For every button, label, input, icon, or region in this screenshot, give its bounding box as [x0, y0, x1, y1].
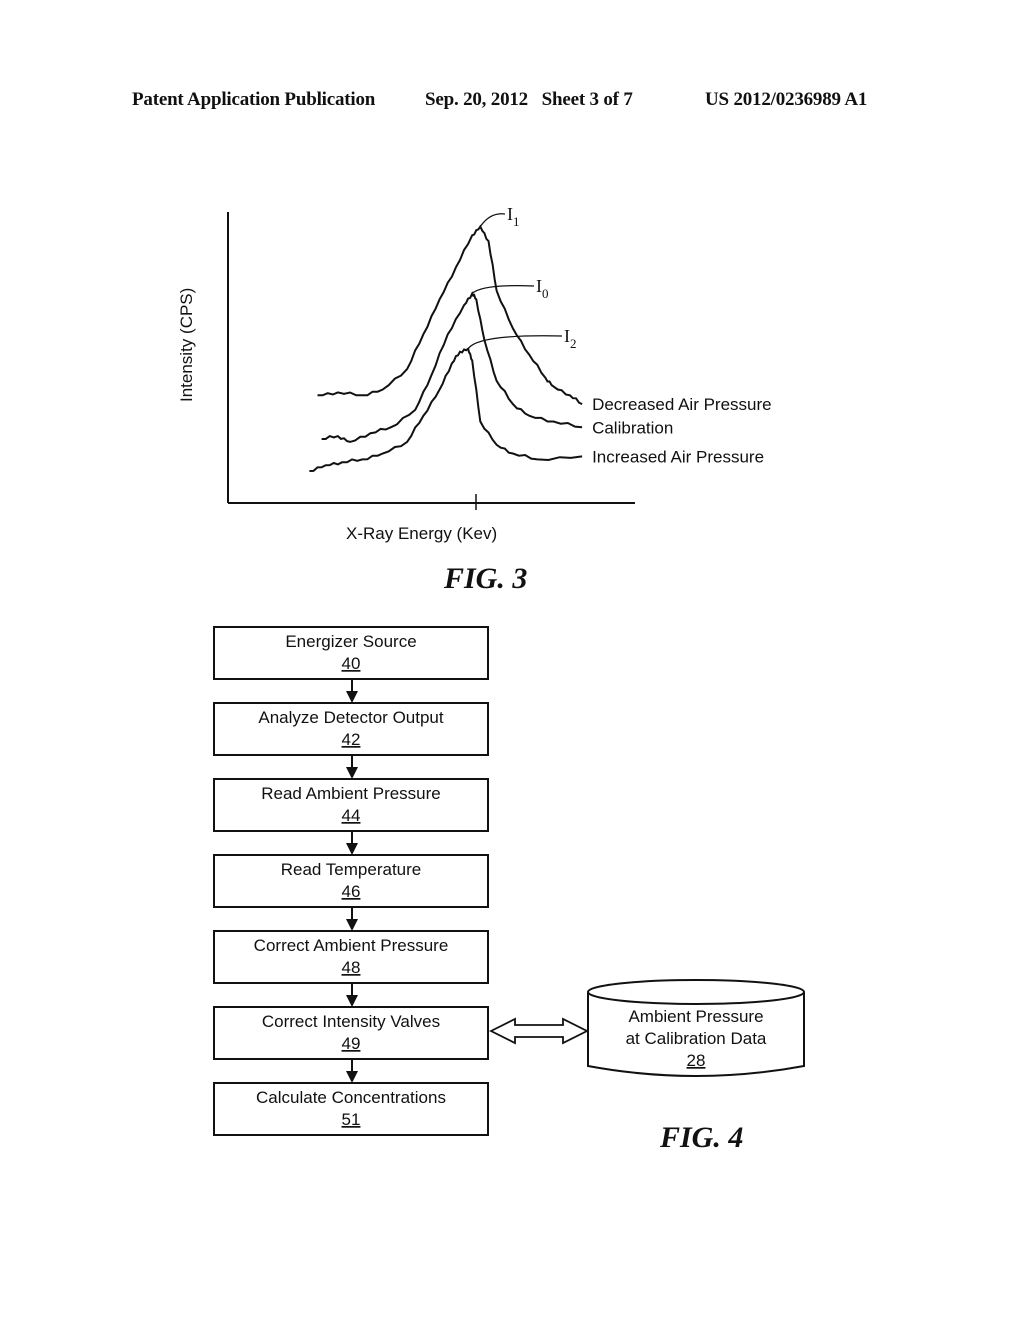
flow-step-46: Read Temperature 46 [213, 854, 489, 908]
step-title: Analyze Detector Output [258, 708, 443, 727]
step-title: Read Temperature [281, 860, 422, 879]
flow-step-42: Analyze Detector Output 42 [213, 702, 489, 756]
series-label: Increased Air Pressure [592, 447, 764, 466]
fig3-label: FIG. 3 [443, 562, 527, 595]
datastore-cylinder-top [587, 979, 805, 1005]
x-axis-label: X-Ray Energy (Kev) [346, 524, 497, 543]
step-title: Correct Ambient Pressure [254, 936, 449, 955]
datastore-28: Ambient Pressure at Calibration Data 28 [587, 979, 805, 1077]
flow-arrow-head [346, 1071, 358, 1083]
step-ref: 46 [342, 882, 361, 901]
drawing-sheet: Intensity (CPS) X-Ray Energy (Kev) Decre… [177, 204, 805, 1154]
flow-arrow-head [346, 995, 358, 1007]
flow-step-49: Correct Intensity Valves 49 [213, 1006, 489, 1060]
step-title: Calculate Concentrations [256, 1088, 446, 1107]
fig4-label: FIG. 4 [659, 1121, 743, 1154]
step-ref: 44 [342, 806, 361, 825]
curve-decreased-air-pressure [317, 224, 583, 406]
step-ref: 40 [342, 654, 361, 673]
flow-step-44: Read Ambient Pressure 44 [213, 778, 489, 832]
fig3-chart: Intensity (CPS) X-Ray Energy (Kev) Decre… [177, 204, 772, 595]
flow-arrow-head [346, 843, 358, 855]
peak-label: I0 [536, 276, 549, 301]
flow-step-48: Correct Ambient Pressure 48 [213, 930, 489, 984]
step-title: Correct Intensity Valves [262, 1012, 440, 1031]
step-ref: 42 [342, 730, 361, 749]
bidirectional-arrow [488, 1017, 590, 1045]
flow-arrow-head [346, 919, 358, 931]
datastore-line1: Ambient Pressure [628, 1007, 763, 1026]
step-title: Read Ambient Pressure [261, 784, 441, 803]
datastore-line2: at Calibration Data [626, 1029, 767, 1048]
series-label: Calibration [592, 418, 673, 437]
fig4-flowchart: Energizer Source 40 Analyze Detector Outpu… [213, 626, 805, 1154]
curve-increased-air-pressure [309, 347, 583, 472]
step-ref: 48 [342, 958, 361, 977]
peak-leader-line [479, 213, 506, 227]
step-title: Energizer Source [285, 632, 416, 651]
step-ref: 49 [342, 1034, 361, 1053]
peak-label: I1 [507, 204, 520, 229]
step-ref: 51 [342, 1110, 361, 1129]
y-axis-label: Intensity (CPS) [177, 288, 196, 402]
flow-step-51: Calculate Concentrations 51 [213, 1082, 489, 1136]
curve-calibration [321, 291, 583, 443]
peak-label: I2 [564, 326, 577, 351]
flow-step-40: Energizer Source 40 [213, 626, 489, 680]
peak-leader-line [467, 335, 563, 350]
datastore-ref: 28 [687, 1051, 706, 1070]
series-label: Decreased Air Pressure [592, 395, 772, 414]
flow-arrow-head [346, 691, 358, 703]
flow-arrow-head [346, 767, 358, 779]
peak-leader-line [471, 285, 535, 294]
